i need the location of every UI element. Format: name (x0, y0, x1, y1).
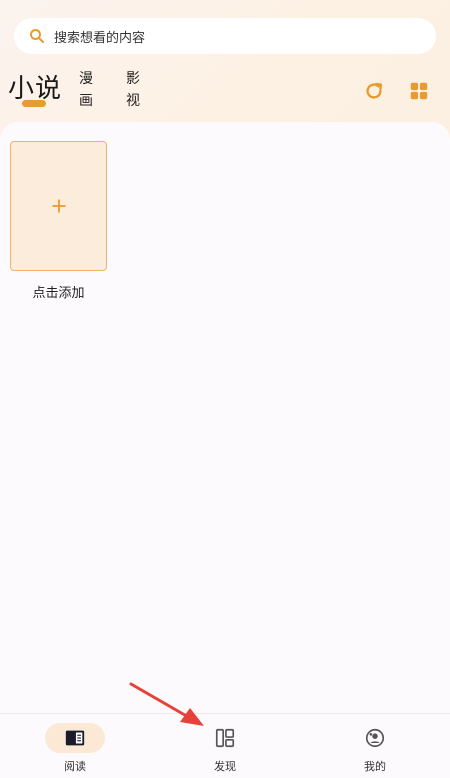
search-placeholder: 搜索想看的内容 (54, 30, 146, 46)
discover-icon (214, 727, 236, 749)
book-icon (64, 727, 86, 749)
nav-label-read: 阅读 (64, 760, 86, 773)
category-tabs: 小说 漫画 影视 (0, 66, 450, 116)
nav-label-discover: 发现 (214, 760, 236, 773)
nav-item-profile[interactable]: 我的 (300, 714, 450, 778)
bottom-navigation: 阅读 发现 我的 (0, 713, 450, 778)
add-book-card[interactable] (10, 141, 107, 271)
add-book-label: 点击添加 (32, 286, 85, 301)
profile-icon (364, 727, 386, 749)
tab-video[interactable]: 影视 (125, 68, 141, 112)
grid-icon[interactable] (408, 80, 430, 102)
active-tab-indicator (22, 100, 46, 107)
plus-icon (51, 198, 67, 214)
annotation-arrow (129, 682, 204, 726)
bookshelf: 点击添加 (0, 122, 450, 714)
tab-comics[interactable]: 漫画 (78, 68, 94, 112)
search-bar[interactable]: 搜索想看的内容 (14, 18, 436, 54)
nav-read-highlight (45, 723, 105, 753)
refresh-icon[interactable] (363, 80, 385, 102)
nav-label-profile: 我的 (364, 760, 386, 773)
search-icon (28, 27, 46, 45)
